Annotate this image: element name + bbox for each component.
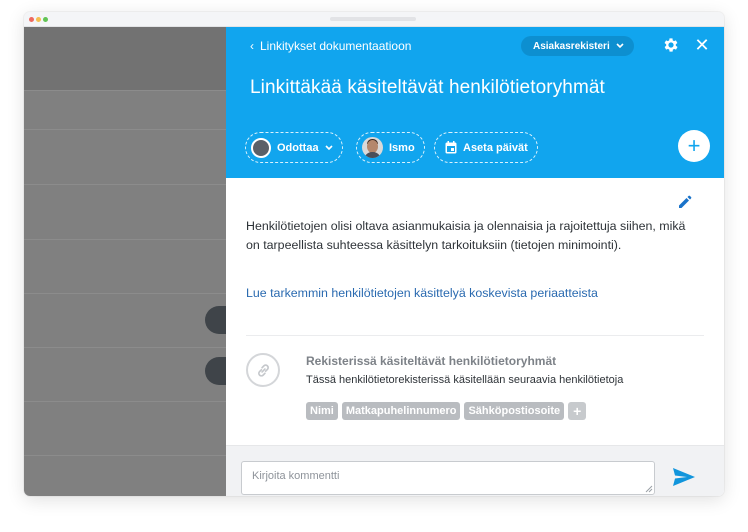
back-link-label: Linkitykset dokumentaatioon — [260, 39, 412, 53]
panel-header: ‹ Linkitykset dokumentaatioon Asiakasrek… — [226, 27, 724, 178]
set-dates-label: Aseta päivät — [463, 141, 528, 154]
comment-bar — [226, 445, 724, 496]
close-window-dot[interactable] — [29, 17, 34, 22]
section-subtitle: Tässä henkilötietorekisterissä käsitellä… — [306, 374, 624, 386]
status-dropdown[interactable]: Odottaa — [245, 132, 343, 163]
tag-name[interactable]: Nimi — [306, 402, 338, 420]
comment-input[interactable] — [241, 461, 655, 495]
status-label: Odottaa — [277, 141, 319, 154]
plus-icon[interactable]: + — [678, 130, 710, 162]
add-tag-button[interactable]: + — [568, 402, 587, 420]
background-pill — [205, 357, 226, 385]
background-row-divider — [24, 455, 226, 456]
background-header — [24, 27, 226, 90]
link-icon[interactable] — [246, 353, 280, 387]
chain-link-icon — [258, 364, 269, 377]
chevron-left-icon: ‹ — [250, 39, 254, 53]
task-detail-panel: ‹ Linkitykset dokumentaatioon Asiakasrek… — [226, 27, 724, 496]
read-more-link[interactable]: Lue tarkemmin henkilötietojen käsittelyä… — [246, 286, 598, 300]
tag-mobile-number[interactable]: Matkapuhelinnumero — [341, 402, 461, 420]
background-row-divider — [24, 347, 226, 348]
background-row-divider — [24, 90, 226, 91]
gear-icon[interactable] — [662, 36, 680, 54]
zoom-window-dot[interactable] — [43, 17, 48, 22]
background-row-divider — [24, 293, 226, 294]
status-indicator-icon — [251, 137, 271, 158]
assignee-label: Ismo — [389, 141, 415, 154]
section-title: Rekisterissä käsiteltävät henkilötietory… — [306, 354, 557, 368]
send-icon[interactable] — [672, 467, 696, 487]
data-category-tags: Nimi Matkapuhelinnumero Sähköpostiosoite… — [306, 402, 587, 420]
dimmed-background[interactable] — [24, 27, 226, 496]
page-title: Linkittäkää käsiteltävät henkilötietoryh… — [250, 77, 605, 98]
pencil-icon[interactable] — [678, 195, 692, 209]
chevron-down-icon — [324, 144, 333, 150]
window-titlebar — [24, 12, 724, 27]
description-text: Henkilötietojen olisi oltava asianmukais… — [246, 219, 686, 252]
background-row-divider — [24, 239, 226, 240]
tag-email[interactable]: Sähköpostiosoite — [464, 402, 565, 420]
calendar-icon — [445, 141, 457, 154]
app-window: ‹ Linkitykset dokumentaatioon Asiakasrek… — [24, 12, 724, 496]
background-pill — [205, 306, 226, 334]
close-icon[interactable]: ✕ — [694, 36, 710, 54]
register-selector-label: Asiakasrekisteri — [533, 40, 610, 52]
back-link[interactable]: ‹ Linkitykset dokumentaatioon — [250, 38, 411, 54]
minimize-window-dot[interactable] — [36, 17, 41, 22]
set-dates-chip[interactable]: Aseta päivät — [434, 132, 538, 163]
register-selector[interactable]: Asiakasrekisteri — [521, 36, 634, 56]
address-bar — [330, 17, 416, 21]
section-divider — [246, 335, 704, 336]
resize-grip-icon[interactable] — [645, 485, 653, 493]
chevron-down-icon — [616, 43, 624, 49]
background-row-divider — [24, 184, 226, 185]
assignee-chip[interactable]: Ismo — [356, 132, 425, 163]
background-row-divider — [24, 401, 226, 402]
avatar — [362, 137, 383, 158]
background-row-divider — [24, 129, 226, 130]
